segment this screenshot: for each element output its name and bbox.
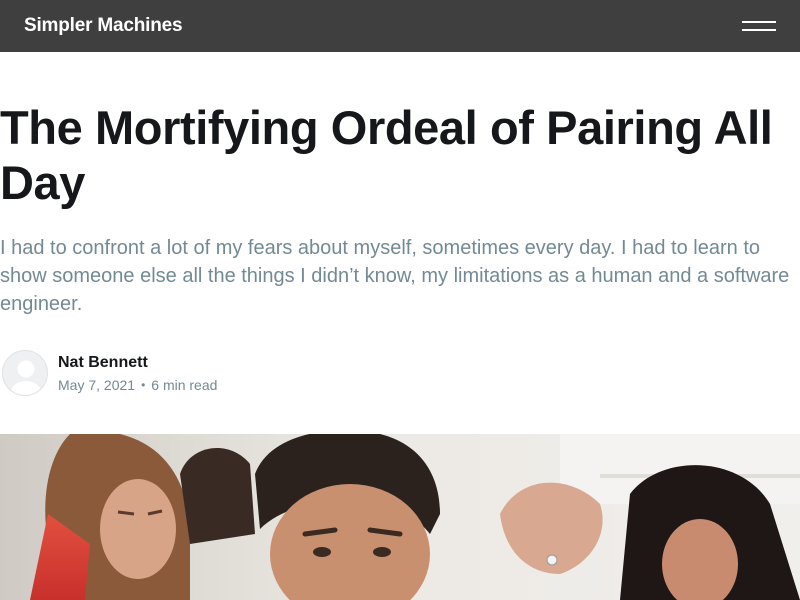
hamburger-menu-icon[interactable] bbox=[742, 18, 776, 34]
menu-line-bottom bbox=[742, 29, 776, 31]
byline: Nat Bennett May 7, 2021 • 6 min read bbox=[2, 350, 217, 396]
avatar-placeholder-icon bbox=[3, 351, 47, 395]
post-meta: May 7, 2021 • 6 min read bbox=[58, 376, 217, 394]
group-of-people-photo bbox=[0, 434, 800, 600]
article-excerpt: I had to confront a lot of my fears abou… bbox=[0, 237, 790, 315]
reading-time: 6 min read bbox=[151, 376, 218, 393]
site-title-link[interactable]: Simpler Machines bbox=[24, 15, 183, 37]
feature-image bbox=[0, 434, 800, 600]
site-header: Simpler Machines bbox=[0, 0, 800, 52]
meta-separator: • bbox=[141, 377, 146, 392]
post-date: May 7, 2021 bbox=[58, 376, 136, 393]
author-name-link[interactable]: Nat Bennett bbox=[58, 353, 217, 373]
byline-meta: Nat Bennett May 7, 2021 • 6 min read bbox=[58, 353, 217, 394]
article-title: The Mortifying Ordeal of Pairing All Day bbox=[0, 101, 773, 209]
author-avatar[interactable] bbox=[2, 350, 48, 396]
menu-line-top bbox=[742, 21, 776, 23]
